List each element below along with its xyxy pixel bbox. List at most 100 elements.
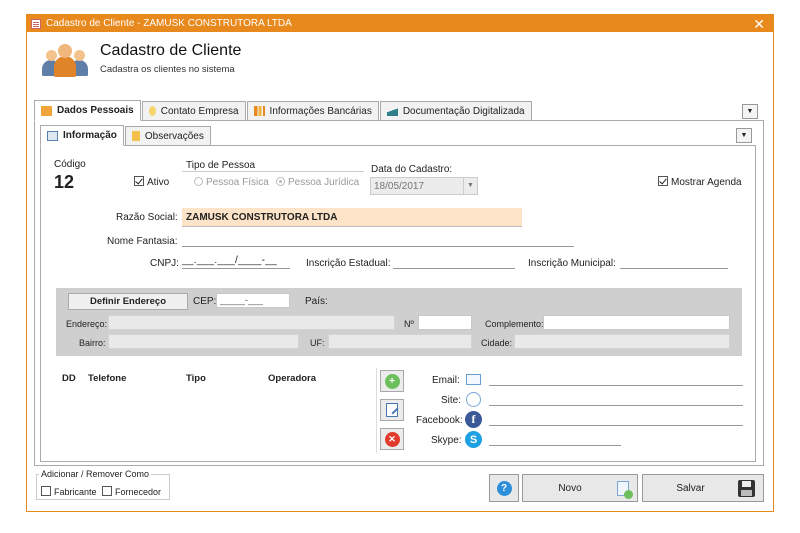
window-icon (47, 130, 58, 141)
definir-endereco-button[interactable]: Definir Endereço (68, 293, 188, 310)
pessoa-fisica-radio[interactable]: Pessoa Física (194, 177, 269, 188)
tab-informacao[interactable]: Informação (40, 125, 124, 146)
bairro-label: Bairro: (79, 338, 106, 348)
tipo-pessoa-divider (182, 171, 364, 172)
salvar-button[interactable]: Salvar (642, 474, 764, 502)
fornecedor-label: Fornecedor (115, 487, 162, 497)
pessoa-juridica-label: Pessoa Jurídica (288, 177, 360, 188)
razao-social-input[interactable]: ZAMUSK CONSTRUTORA LTDA (182, 208, 522, 227)
novo-button[interactable]: Novo (522, 474, 638, 502)
phone-table-divider (376, 368, 377, 453)
tab-contato-empresa[interactable]: Contato Empresa (141, 101, 246, 120)
endereco-input[interactable] (108, 315, 395, 330)
users-icon (42, 40, 90, 80)
cnpj-label: CNPJ: (150, 258, 179, 269)
novo-label: Novo (558, 482, 582, 494)
phone-col-telefone[interactable]: Telefone (88, 373, 126, 384)
scanner-icon (386, 106, 398, 116)
nome-fantasia-input[interactable] (182, 233, 574, 247)
inscricao-municipal-label: Inscrição Municipal: (528, 258, 616, 269)
radio-circle[interactable] (194, 177, 203, 186)
mostrar-agenda-checkbox[interactable]: Mostrar Agenda (658, 176, 742, 188)
outer-tabs-dropdown-button[interactable]: ▼ (742, 104, 758, 119)
tab-observacoes[interactable]: Observações (124, 126, 211, 145)
mostrar-agenda-label: Mostrar Agenda (671, 177, 742, 188)
data-cadastro-label: Data do Cadastro: (371, 164, 453, 175)
tab-documentacao-digitalizada[interactable]: Documentação Digitalizada (379, 101, 532, 120)
facebook-label: Facebook: (416, 415, 463, 426)
bar-chart-icon (253, 106, 265, 116)
fornecedor-checkbox[interactable]: Fornecedor (102, 486, 161, 497)
tab-label: Observações (144, 130, 204, 142)
phone-col-dd[interactable]: DD (62, 373, 76, 384)
mostrar-agenda-check[interactable] (658, 176, 668, 186)
note-icon (131, 131, 140, 141)
window-title: Cadastro de Cliente - ZAMUSK CONSTRUTORA… (46, 18, 292, 29)
edit-phone-button[interactable] (380, 399, 404, 421)
floppy-disk-icon (738, 479, 755, 497)
fabricante-label: Fabricante (54, 487, 97, 497)
tab-informacoes-bancarias[interactable]: Informações Bancárias (246, 101, 379, 120)
cep-label: CEP: (193, 296, 217, 307)
phone-col-tipo[interactable]: Tipo (186, 373, 206, 384)
facebook-input[interactable] (489, 412, 743, 426)
remove-icon: ✕ (384, 431, 400, 447)
tab-dados-pessoais[interactable]: Dados Pessoais (34, 100, 141, 121)
radio-circle[interactable] (276, 177, 285, 186)
tab-label: Informação (63, 130, 117, 141)
numero-input[interactable] (418, 315, 472, 330)
plus-icon: + (384, 373, 400, 389)
nome-fantasia-label: Nome Fantasia: (107, 236, 178, 247)
skype-input[interactable] (489, 432, 621, 446)
tab-label: Documentação Digitalizada (402, 105, 525, 117)
adicionar-remover-label: Adicionar / Remover Como (39, 469, 152, 479)
data-cadastro-value: 18/05/2017 (374, 181, 425, 192)
numero-label: Nº (404, 319, 414, 329)
new-document-icon (617, 480, 633, 499)
calendar-dropdown-icon[interactable]: ▼ (463, 178, 477, 194)
cidade-label: Cidade: (481, 338, 513, 348)
complemento-input[interactable] (543, 315, 730, 330)
uf-input[interactable] (328, 334, 472, 349)
inscricao-estadual-label: Inscrição Estadual: (306, 258, 391, 269)
data-cadastro-field[interactable]: 18/05/2017 ▼ (370, 177, 478, 195)
cnpj-input[interactable]: __.___.___/____-__ (182, 255, 290, 269)
email-label: Email: (432, 375, 460, 386)
email-input[interactable] (489, 372, 743, 386)
ativo-label: Ativo (147, 177, 170, 188)
remove-phone-button[interactable]: ✕ (380, 428, 404, 450)
ativo-check[interactable] (134, 176, 144, 186)
inner-tabs-dropdown-button[interactable]: ▼ (736, 128, 752, 143)
endereco-label: Endereço: (66, 319, 108, 329)
fornecedor-check[interactable] (102, 486, 112, 496)
header: Cadastro de Cliente Cadastra os clientes… (42, 40, 241, 80)
inner-tab-bar: Informação Observações (40, 125, 756, 146)
pessoa-fisica-label: Pessoa Física (206, 177, 269, 188)
cidade-input[interactable] (514, 334, 730, 349)
cep-input[interactable]: _____-___ (216, 293, 290, 308)
inscricao-municipal-input[interactable] (620, 255, 728, 269)
salvar-label: Salvar (676, 482, 705, 494)
ativo-checkbox[interactable]: Ativo (134, 176, 169, 188)
fabricante-check[interactable] (41, 486, 51, 496)
site-input[interactable] (489, 392, 743, 406)
facebook-icon: f (465, 411, 482, 428)
page-subtitle: Cadastra os clientes no sistema (100, 64, 235, 75)
tab-label: Contato Empresa (160, 105, 239, 117)
fabricante-checkbox[interactable]: Fabricante (41, 486, 97, 497)
help-button[interactable]: ? (489, 474, 519, 502)
add-phone-button[interactable]: + (380, 370, 404, 392)
edit-icon (386, 403, 399, 417)
pessoa-juridica-radio[interactable]: Pessoa Jurídica (276, 177, 359, 188)
close-button[interactable]: ✕ (753, 16, 765, 33)
page-title: Cadastro de Cliente (100, 42, 242, 59)
folder-icon (41, 105, 52, 116)
site-label: Site: (441, 395, 462, 406)
tab-label: Dados Pessoais (57, 105, 134, 116)
app-icon (31, 18, 41, 29)
tab-label: Informações Bancárias (269, 105, 372, 117)
inscricao-estadual-input[interactable] (393, 255, 515, 269)
globe-icon (466, 392, 481, 407)
phone-col-operadora[interactable]: Operadora (268, 373, 316, 384)
bairro-input[interactable] (108, 334, 299, 349)
